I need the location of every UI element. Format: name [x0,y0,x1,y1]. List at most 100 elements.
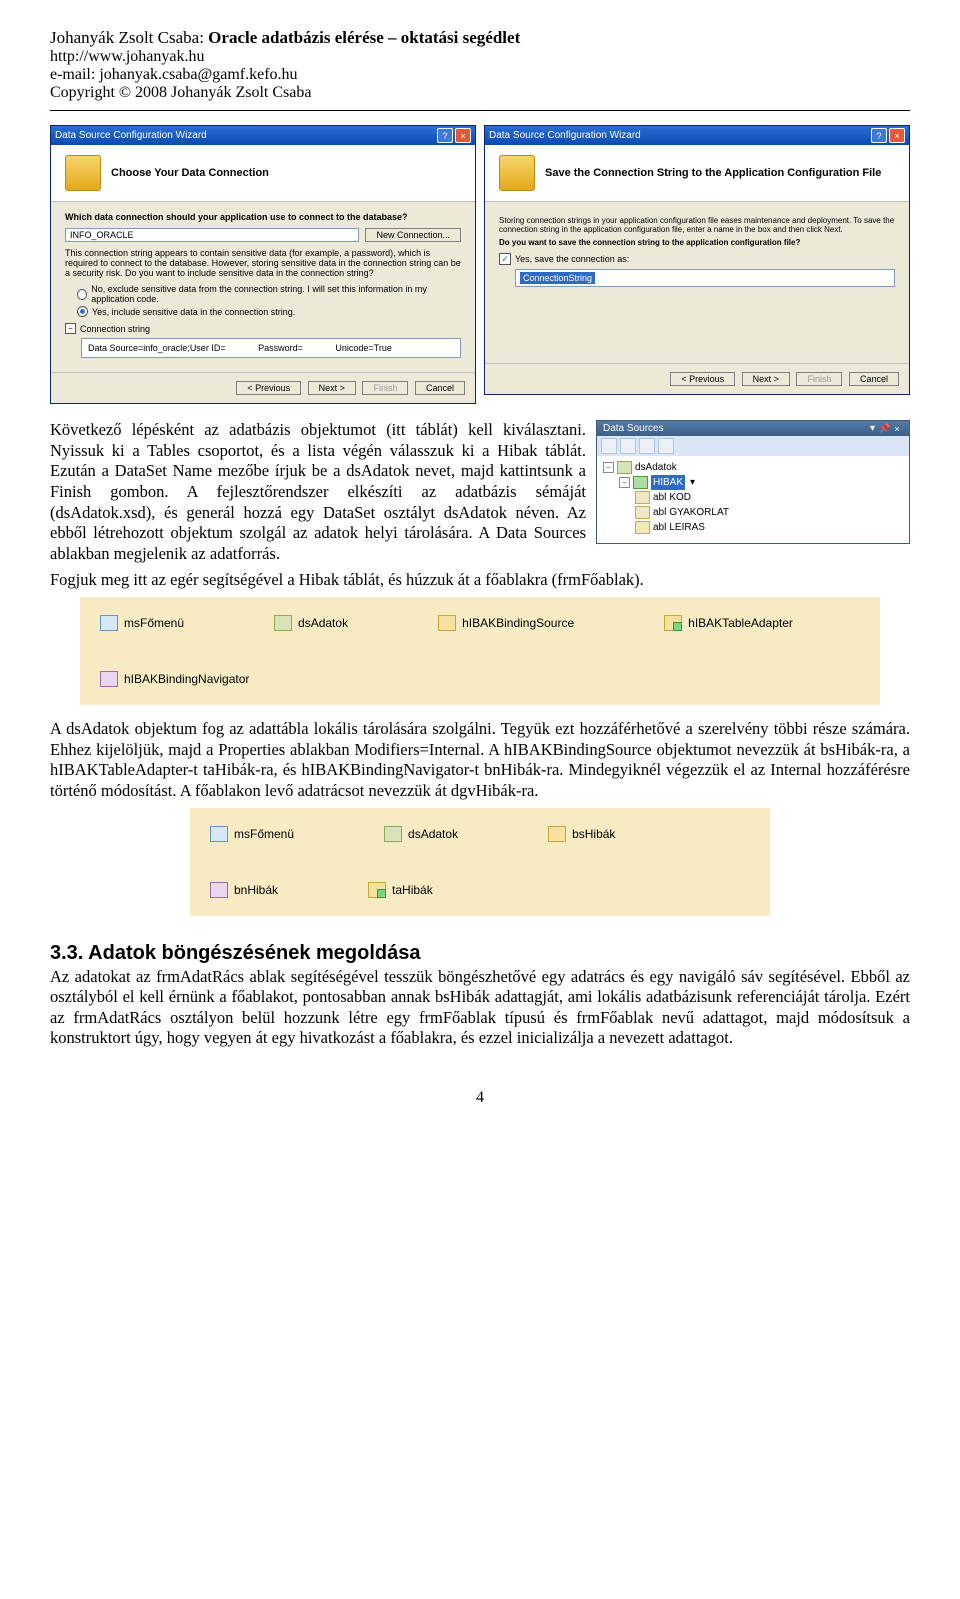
tray-label: bsHibák [572,827,615,841]
wizards-row: Data Source Configuration Wizard ? × Cho… [50,125,910,404]
expand-label: Connection string [80,324,150,334]
radio-no-label: No, exclude sensitive data from the conn… [91,284,461,304]
previous-button[interactable]: < Previous [670,372,735,386]
header-rule [50,110,910,111]
wizard1-title: Data Source Configuration Wizard [55,130,435,141]
section-33-body: Az adatokat az frmAdatRács ablak segítés… [50,967,910,1050]
tree-row[interactable]: − HIBAK ▾ [603,475,903,490]
tray-label: hIBAKBindingNavigator [124,672,249,686]
bindingsource-icon [438,615,456,631]
wizard1-body: Which data connection should your applic… [51,202,475,372]
toolbar-button[interactable] [601,438,617,454]
chevron-down-icon: ▾ [690,475,695,490]
tray-item-bnhibak[interactable]: bnHibák [210,882,278,898]
toolbar-button[interactable] [620,438,636,454]
connection-name-input[interactable]: ConnectionString [515,269,895,287]
cs-unicode: Unicode=True [335,343,391,353]
radio-exclude-sensitive[interactable]: No, exclude sensitive data from the conn… [77,284,461,304]
wizard1-note: This connection string appears to contai… [65,248,461,278]
column-icon [635,491,650,504]
pin-icon[interactable]: 📌 [879,423,891,434]
help-button[interactable]: ? [871,128,887,143]
tray-item-tableadapter[interactable]: hIBAKTableAdapter [664,615,793,631]
wizard1-head: Choose Your Data Connection [51,145,475,202]
wizard1-titlebar: Data Source Configuration Wizard ? × [51,126,475,145]
cs-password: Password= [258,343,303,353]
data-sources-toolbar [597,436,909,456]
tray-label: dsAdatok [408,827,458,841]
wizard1-footer: < Previous Next > Finish Cancel [51,372,475,403]
paragraph2: A dsAdatok objektum fog az adattábla lok… [50,719,910,802]
data-sources-title: Data Sources ▾ 📌 × [597,421,909,436]
tray-item-msfomenu[interactable]: msFőmenü [210,826,294,842]
page-header: Johanyák Zsolt Csaba: Oracle adatbázis e… [50,28,910,102]
paragraph1-block: Következő lépésként az adatbázis objektu… [50,420,910,570]
wizard2-footer: < Previous Next > Finish Cancel [485,363,909,394]
connection-name-value: ConnectionString [520,272,595,284]
table-icon [633,476,648,489]
close-icon[interactable]: × [891,423,903,434]
tray-item-tahibak[interactable]: taHibák [368,882,433,898]
close-button[interactable]: × [889,128,905,143]
check-icon: ✓ [499,253,511,265]
tree-row[interactable]: abl KOD [603,490,903,505]
chevron-down-icon[interactable]: ▾ [870,423,875,434]
database-icon [499,155,535,191]
wizard1-question: Which data connection should your applic… [65,212,461,222]
cancel-button[interactable]: Cancel [415,381,465,395]
header-email: e-mail: johanyak.csaba@gamf.kefo.hu [50,66,910,84]
header-url: http://www.johanyak.hu [50,48,910,66]
minus-icon: − [65,323,76,334]
tray-item-bindingnavigator[interactable]: hIBAKBindingNavigator [100,671,249,687]
component-tray-1: msFőmenü dsAdatok hIBAKBindingSource hIB… [80,597,880,705]
tree-row[interactable]: − dsAdatok [603,460,903,475]
new-connection-button[interactable]: New Connection... [365,228,461,242]
previous-button[interactable]: < Previous [236,381,301,395]
tree-row[interactable]: abl GYAKORLAT [603,505,903,520]
next-button[interactable]: Next > [742,372,790,386]
finish-button[interactable]: Finish [796,372,842,386]
header-title-line: Johanyák Zsolt Csaba: Oracle adatbázis e… [50,28,910,48]
bindingsource-icon [548,826,566,842]
component-tray-2: msFőmenü dsAdatok bsHibák bnHibák taHibá… [190,808,770,916]
save-connection-checkbox[interactable]: ✓ Yes, save the connection as: [499,253,895,265]
radio-icon [77,289,87,300]
connection-string-expander[interactable]: − Connection string [65,323,461,334]
tray-item-dsadatok[interactable]: dsAdatok [384,826,458,842]
data-sources-panel: Data Sources ▾ 📌 × − dsAdatok − HIBAK ▾ [596,420,910,544]
paragraph1: Következő lépésként az adatbázis objektu… [50,420,586,564]
radio-icon [77,306,88,317]
connection-combo[interactable]: INFO_ORACLE [65,228,359,242]
connection-string-box: Data Source=info_oracle;User ID= Passwor… [81,338,461,358]
close-button[interactable]: × [455,128,471,143]
tray-item-bshibak[interactable]: bsHibák [548,826,615,842]
menu-icon [100,615,118,631]
help-button[interactable]: ? [437,128,453,143]
cancel-button[interactable]: Cancel [849,372,899,386]
tray-item-msfomenu[interactable]: msFőmenü [100,615,184,631]
tray-label: bnHibák [234,883,278,897]
menu-icon [210,826,228,842]
tree-label: LEIRAS [669,520,705,535]
next-button[interactable]: Next > [308,381,356,395]
toolbar-button[interactable] [639,438,655,454]
column-icon [635,521,650,534]
finish-button[interactable]: Finish [362,381,408,395]
dataset-icon [617,461,632,474]
bindingnavigator-icon [100,671,118,687]
wizard1-heading: Choose Your Data Connection [111,167,269,179]
wizard1: Data Source Configuration Wizard ? × Cho… [50,125,476,404]
tray-item-dsadatok[interactable]: dsAdatok [274,615,348,631]
column-icon [635,506,650,519]
minus-icon: − [603,462,614,473]
tray-label: dsAdatok [298,616,348,630]
section-33-heading: 3.3. Adatok böngészésének megoldása [50,942,910,965]
header-copyright: Copyright © 2008 Johanyák Zsolt Csaba [50,84,910,102]
wizard2: Data Source Configuration Wizard ? × Sav… [484,125,910,395]
wizard2-head: Save the Connection String to the Applic… [485,145,909,202]
tray-item-bindingsource[interactable]: hIBAKBindingSource [438,615,574,631]
radio-include-sensitive[interactable]: Yes, include sensitive data in the conne… [77,306,461,317]
tray-label: hIBAKBindingSource [462,616,574,630]
toolbar-button[interactable] [658,438,674,454]
tree-row[interactable]: abl LEIRAS [603,520,903,535]
